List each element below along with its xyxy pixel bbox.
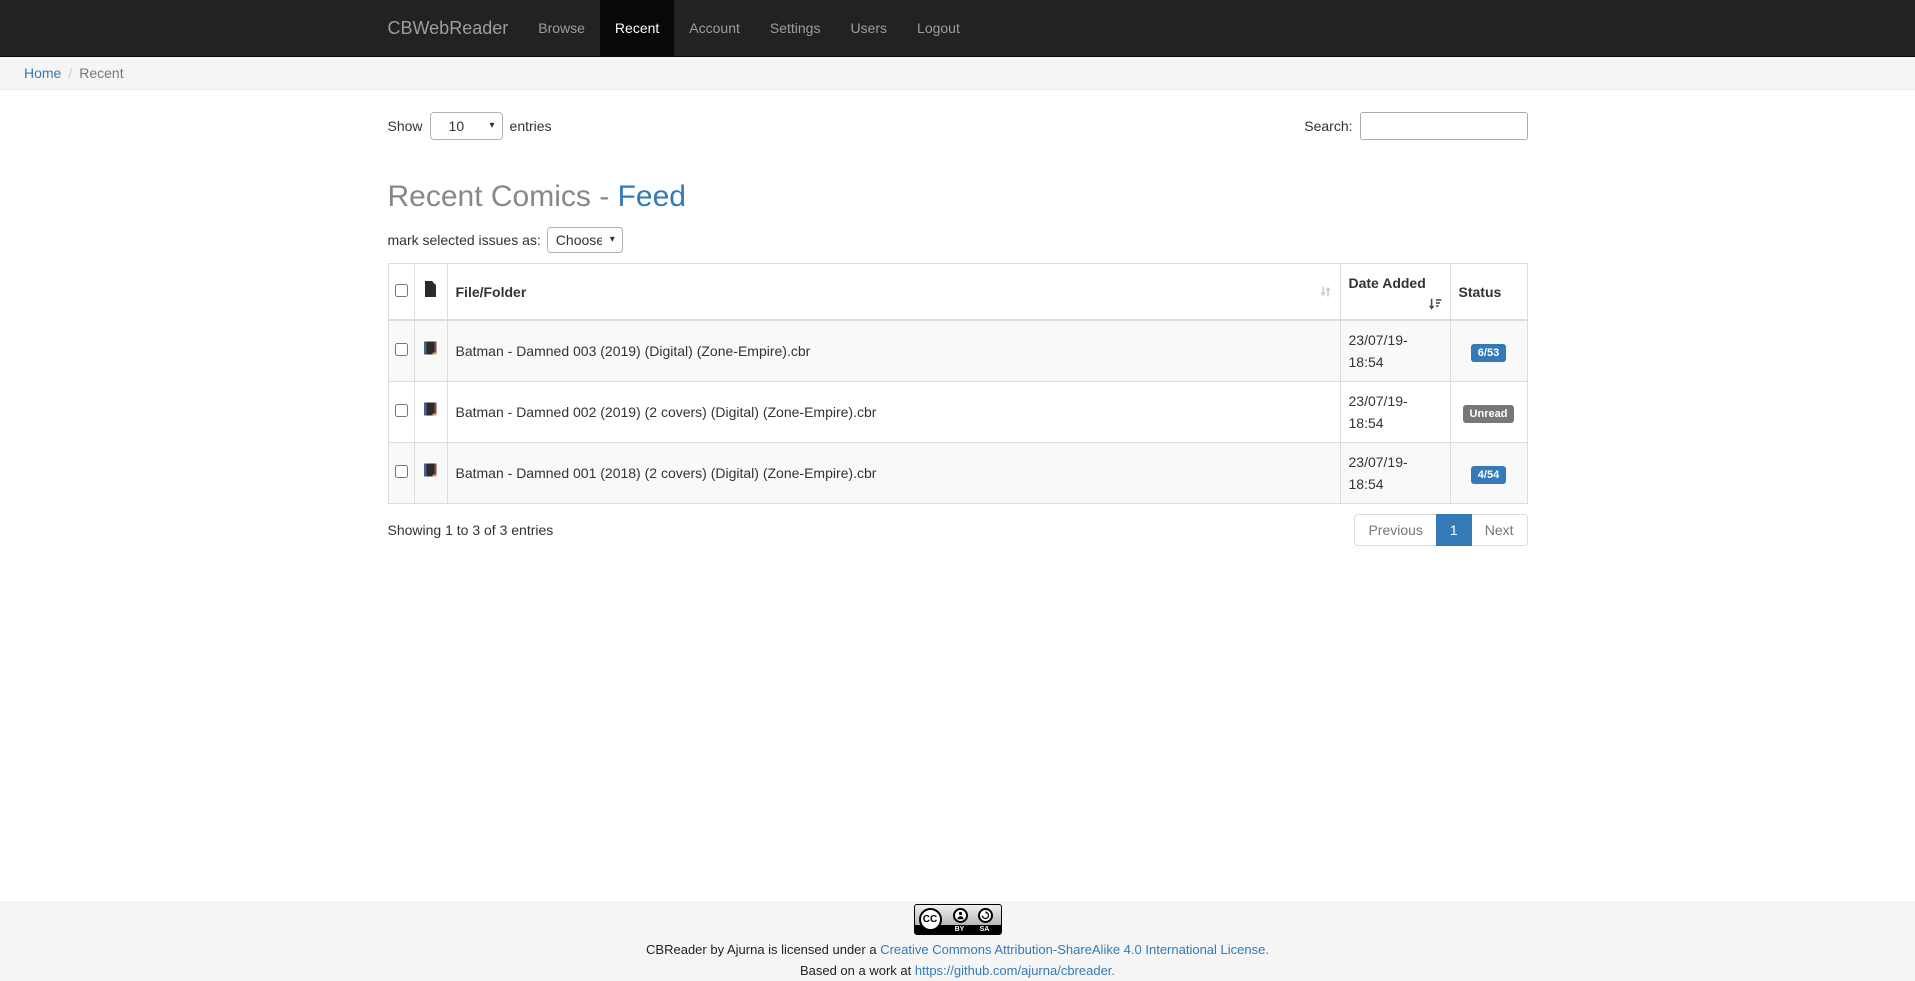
- github-link[interactable]: https://github.com/ajurna/cbreader.: [915, 963, 1115, 978]
- table-footer: Showing 1 to 3 of 3 entries Previous 1 N…: [388, 514, 1528, 546]
- nav-item-settings[interactable]: Settings: [755, 0, 836, 56]
- mark-as-select[interactable]: Choose...: [547, 227, 623, 253]
- pagination-next[interactable]: Next: [1472, 514, 1528, 546]
- book-icon: [423, 401, 438, 417]
- search-label: Search:: [1304, 118, 1352, 134]
- page-1-button[interactable]: 1: [1436, 514, 1472, 546]
- work-text: Based on a work at: [800, 963, 915, 978]
- page-title-text: Recent Comics -: [388, 180, 618, 213]
- breadcrumb-separator: /: [61, 65, 79, 81]
- cc-license-badge[interactable]: BY SA CC: [914, 904, 1002, 935]
- date-added-cell: 23/07/19-18:54: [1340, 382, 1450, 443]
- date-added-cell: 23/07/19-18:54: [1340, 320, 1450, 382]
- nav-item-account[interactable]: Account: [674, 0, 755, 56]
- previous-button[interactable]: Previous: [1354, 514, 1436, 546]
- nav-menu: Browse Recent Account Settings Users Log…: [523, 0, 975, 56]
- table-row[interactable]: Batman - Damned 003 (2019) (Digital) (Zo…: [388, 320, 1527, 382]
- breadcrumb-current: Recent: [79, 65, 123, 81]
- book-icon: [423, 340, 438, 356]
- file-icon-header: [414, 264, 447, 321]
- nav-link-users[interactable]: Users: [835, 0, 902, 57]
- column-header-date-added[interactable]: Date Added: [1340, 264, 1450, 321]
- sort-icon: [1319, 285, 1332, 298]
- show-label: Show: [388, 118, 423, 134]
- nav-item-recent[interactable]: Recent: [600, 0, 674, 56]
- nav-link-logout[interactable]: Logout: [902, 0, 975, 57]
- feed-link[interactable]: Feed: [618, 180, 686, 213]
- column-header-status: Status: [1450, 264, 1527, 321]
- row-checkbox[interactable]: [395, 343, 408, 356]
- nav-link-browse[interactable]: Browse: [523, 0, 600, 57]
- mark-selected-label: mark selected issues as:: [388, 232, 541, 248]
- status-header-label: Status: [1459, 284, 1502, 300]
- cc-attribution-icon: [953, 908, 968, 923]
- nav-link-recent[interactable]: Recent: [600, 0, 674, 57]
- book-icon: [423, 462, 438, 478]
- cc-sharealike-icon: [978, 908, 993, 923]
- cc-sa-label: SA: [977, 925, 993, 934]
- nav-item-users[interactable]: Users: [835, 0, 902, 56]
- nav-link-settings[interactable]: Settings: [755, 0, 836, 57]
- file-name-cell[interactable]: Batman - Damned 001 (2018) (2 covers) (D…: [447, 443, 1340, 504]
- license-text: CBReader by Ajurna is licensed under a: [646, 942, 880, 957]
- file-name-cell[interactable]: Batman - Damned 002 (2019) (2 covers) (D…: [447, 382, 1340, 443]
- sort-amount-desc-icon: [1428, 298, 1442, 311]
- table-header-row: File/Folder Date Added: [388, 264, 1527, 321]
- date-added-cell: 23/07/19-18:54: [1340, 443, 1450, 504]
- status-badge: 4/54: [1471, 466, 1506, 484]
- status-badge: Unread: [1463, 405, 1515, 423]
- column-header-file-folder[interactable]: File/Folder: [447, 264, 1340, 321]
- breadcrumb: Home/Recent: [0, 57, 1915, 90]
- nav-item-browse[interactable]: Browse: [523, 0, 600, 56]
- page-length-control: Show 10 ▾ entries: [388, 112, 552, 140]
- cc-by-label: BY: [952, 925, 968, 934]
- pagination: Previous 1 Next: [1354, 514, 1527, 546]
- date-added-header-label: Date Added: [1349, 275, 1426, 291]
- row-checkbox[interactable]: [395, 465, 408, 478]
- pagination-page-1[interactable]: 1: [1437, 514, 1472, 546]
- page-title: Recent Comics - Feed: [388, 180, 1528, 214]
- table-controls: Show 10 ▾ entries Search:: [388, 112, 1528, 140]
- status-badge: 6/53: [1471, 344, 1506, 362]
- next-button[interactable]: Next: [1471, 514, 1528, 546]
- license-line: CBReader by Ajurna is licensed under a C…: [0, 939, 1915, 960]
- row-checkbox[interactable]: [395, 404, 408, 417]
- entries-label: entries: [510, 118, 552, 134]
- file-folder-header-label: File/Folder: [456, 284, 527, 300]
- license-link[interactable]: Creative Commons Attribution-ShareAlike …: [880, 942, 1269, 957]
- nav-item-logout[interactable]: Logout: [902, 0, 975, 56]
- file-icon: [424, 281, 437, 297]
- entries-info: Showing 1 to 3 of 3 entries: [388, 522, 554, 538]
- work-line: Based on a work at https://github.com/aj…: [0, 960, 1915, 981]
- brand-link[interactable]: CBWebReader: [388, 0, 524, 56]
- comics-table: File/Folder Date Added: [388, 263, 1528, 504]
- select-all-header: [388, 264, 414, 321]
- file-name-cell[interactable]: Batman - Damned 003 (2019) (Digital) (Zo…: [447, 320, 1340, 382]
- pagination-previous[interactable]: Previous: [1354, 514, 1436, 546]
- mark-selected-control: mark selected issues as: Choose... ▾: [388, 227, 1528, 253]
- table-row[interactable]: Batman - Damned 001 (2018) (2 covers) (D…: [388, 443, 1527, 504]
- footer: BY SA CC CBReader by Ajurna is licensed …: [0, 901, 1915, 981]
- search-control: Search:: [1304, 112, 1527, 140]
- table-row[interactable]: Batman - Damned 002 (2019) (2 covers) (D…: [388, 382, 1527, 443]
- select-all-checkbox[interactable]: [395, 284, 408, 297]
- cc-logo-icon: CC: [919, 908, 942, 931]
- nav-link-account[interactable]: Account: [674, 0, 755, 57]
- navbar: CBWebReader Browse Recent Account Settin…: [0, 0, 1915, 57]
- search-input[interactable]: [1360, 112, 1528, 140]
- breadcrumb-home-link[interactable]: Home: [24, 65, 61, 81]
- main-content: Show 10 ▾ entries Search: Recent Comics …: [0, 90, 1915, 901]
- page-size-select[interactable]: 10: [430, 112, 503, 140]
